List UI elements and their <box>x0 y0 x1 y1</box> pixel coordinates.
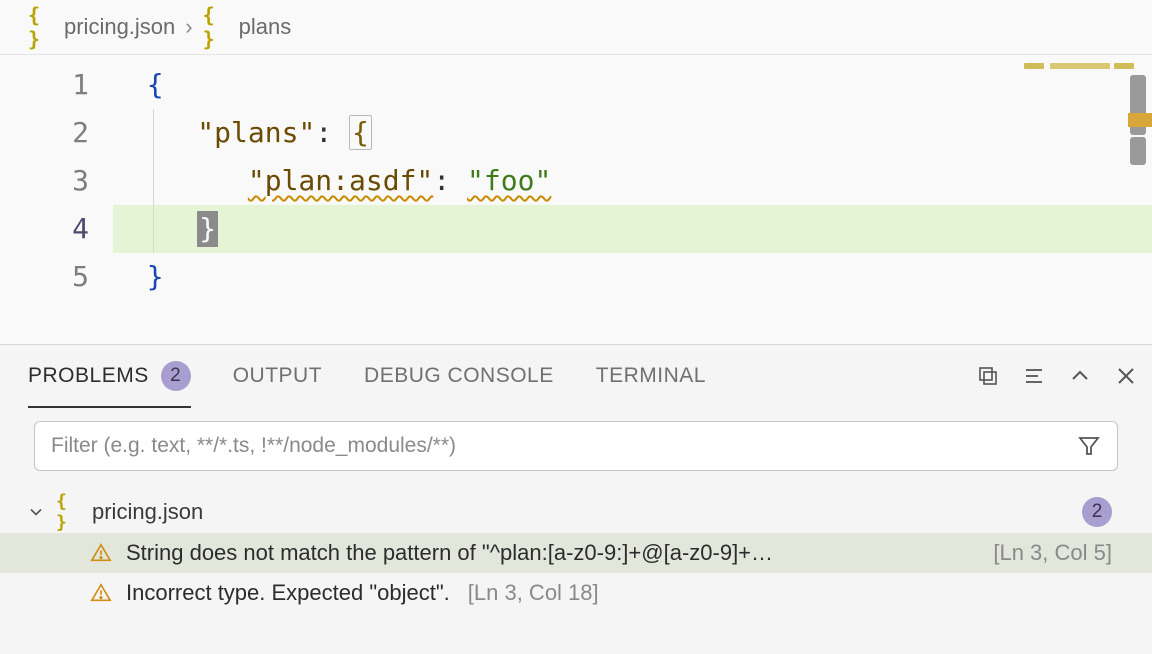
view-as-tree-icon[interactable] <box>1022 364 1046 388</box>
tab-label: TERMINAL <box>596 364 706 388</box>
collapse-all-icon[interactable] <box>976 364 1000 388</box>
chevron-up-icon[interactable] <box>1068 364 1092 388</box>
json-key: "plan:asdf" <box>248 164 433 197</box>
brace-open: { <box>147 68 164 101</box>
chevron-right-icon: › <box>185 14 192 40</box>
punct: : <box>315 116 349 149</box>
warning-icon <box>90 542 112 564</box>
problems-list: { } pricing.json 2 String does not match… <box>0 479 1152 654</box>
punct: : <box>433 164 467 197</box>
tab-label: PROBLEMS <box>28 364 149 388</box>
problem-message: Incorrect type. Expected "object". <box>126 580 450 606</box>
tab-output[interactable]: OUTPUT <box>233 345 322 407</box>
cursor: } <box>197 211 218 247</box>
problem-message: String does not match the pattern of "^p… <box>126 540 773 566</box>
file-problem-count-badge: 2 <box>1082 497 1112 527</box>
problem-location: [Ln 3, Col 18] <box>468 580 599 606</box>
filter-input[interactable] <box>51 434 1065 458</box>
json-icon: { } <box>56 499 82 525</box>
line-number-gutter: 1 2 3 4 5 <box>0 55 113 344</box>
code-line[interactable]: { <box>113 61 1152 109</box>
filter-row <box>0 407 1152 479</box>
tab-label: OUTPUT <box>233 364 322 388</box>
code-area[interactable]: { "plans": { "plan:asdf": "foo" } } <box>113 55 1152 344</box>
json-icon: { } <box>203 14 229 40</box>
code-line[interactable]: "plans": { <box>113 109 1152 157</box>
problem-item[interactable]: Incorrect type. Expected "object". [Ln 3… <box>0 573 1152 613</box>
tab-label: DEBUG CONSOLE <box>364 364 554 388</box>
warning-icon <box>90 582 112 604</box>
filter-icon[interactable] <box>1077 434 1101 458</box>
json-key: "plans" <box>197 116 315 149</box>
tab-problems[interactable]: PROBLEMS 2 <box>28 346 191 408</box>
line-number: 3 <box>0 157 113 205</box>
problem-item[interactable]: String does not match the pattern of "^p… <box>0 533 1152 573</box>
problems-file-group[interactable]: { } pricing.json 2 <box>0 489 1152 533</box>
code-line-current[interactable]: } <box>113 205 1152 253</box>
problems-file-name: pricing.json <box>92 499 203 525</box>
tab-terminal[interactable]: TERMINAL <box>596 345 706 407</box>
json-string: "foo" <box>467 164 551 197</box>
line-number: 4 <box>0 205 113 253</box>
breadcrumb-file[interactable]: pricing.json <box>64 14 175 40</box>
brace-close: } <box>147 260 164 293</box>
filter-box[interactable] <box>34 421 1118 471</box>
breadcrumb-segment[interactable]: plans <box>239 14 292 40</box>
panel-actions <box>976 364 1138 388</box>
json-icon: { } <box>28 14 54 40</box>
line-number: 2 <box>0 109 113 157</box>
code-line[interactable]: } <box>113 253 1152 301</box>
chevron-down-icon[interactable] <box>26 502 46 522</box>
problem-location: [Ln 3, Col 5] <box>993 540 1112 566</box>
bottom-panel: PROBLEMS 2 OUTPUT DEBUG CONSOLE TERMINAL <box>0 344 1152 654</box>
tab-debug-console[interactable]: DEBUG CONSOLE <box>364 345 554 407</box>
brace-open: { <box>349 115 372 150</box>
panel-tabs: PROBLEMS 2 OUTPUT DEBUG CONSOLE TERMINAL <box>0 345 1152 407</box>
breadcrumb: { } pricing.json › { } plans <box>0 0 1152 55</box>
problems-count-badge: 2 <box>161 361 191 391</box>
code-line[interactable]: "plan:asdf": "foo" <box>113 157 1152 205</box>
line-number: 1 <box>0 61 113 109</box>
close-icon[interactable] <box>1114 364 1138 388</box>
line-number: 5 <box>0 253 113 301</box>
code-editor[interactable]: 1 2 3 4 5 { "plans": { "plan:asdf": "foo… <box>0 55 1152 344</box>
